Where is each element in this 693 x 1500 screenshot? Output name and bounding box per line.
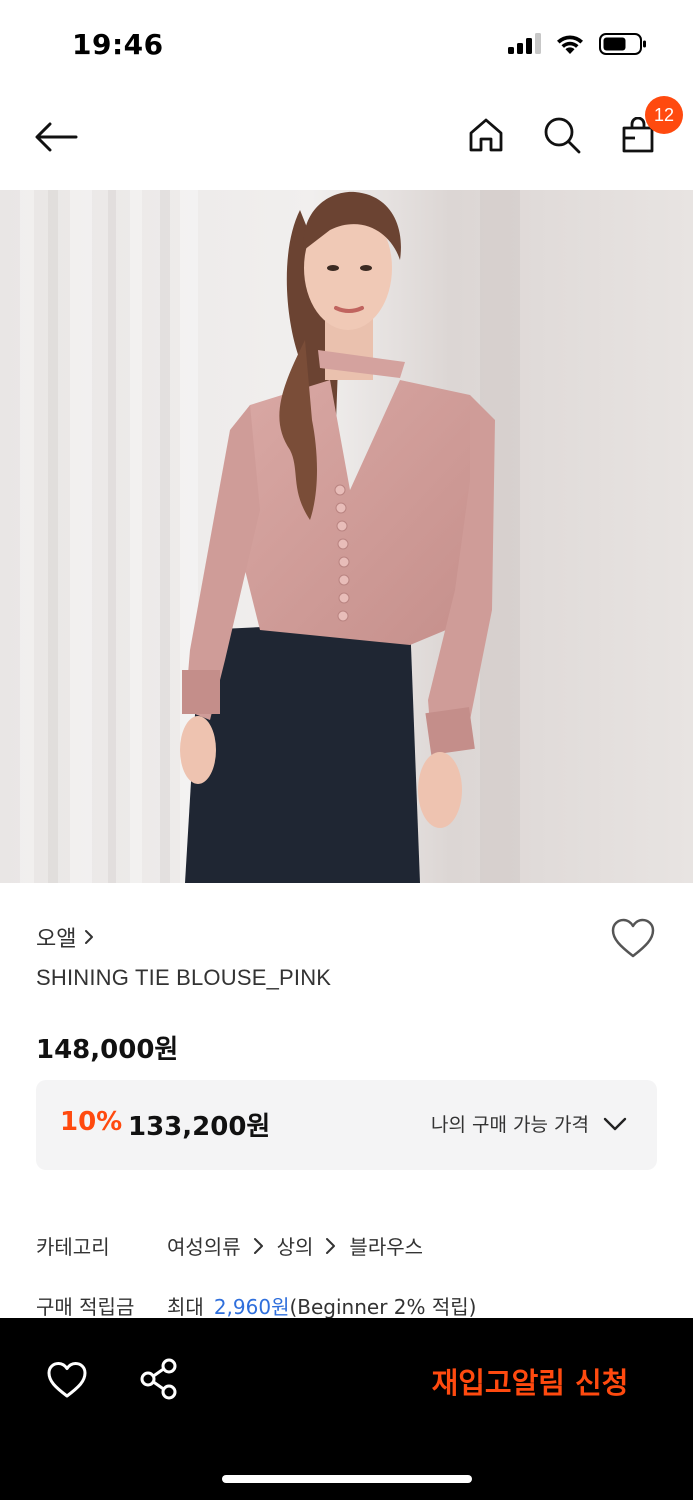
points-label: 구매 적립금 bbox=[36, 1295, 135, 1319]
product-photo bbox=[0, 190, 693, 883]
discount-price: 133,200원 bbox=[128, 1112, 271, 1142]
brand-link[interactable]: 오앨 bbox=[36, 921, 94, 953]
top-navigation: 12 bbox=[0, 92, 693, 190]
bottom-action-bar: 재입고알림 신청 bbox=[0, 1318, 693, 1500]
home-indicator bbox=[222, 1475, 472, 1483]
category-level-1[interactable]: 여성의류 bbox=[167, 1231, 241, 1260]
original-price: 148,000원 bbox=[36, 1035, 179, 1065]
brand-name: 오앨 bbox=[36, 927, 77, 952]
discount-rate: 10% bbox=[60, 1107, 123, 1137]
search-icon bbox=[544, 117, 581, 154]
cart-button[interactable]: 12 bbox=[613, 96, 683, 160]
cart-count-badge: 12 bbox=[645, 96, 683, 134]
back-button[interactable] bbox=[30, 114, 82, 160]
home-button[interactable] bbox=[461, 110, 511, 160]
product-name: SHINING TIE BLOUSE_PINK bbox=[36, 965, 332, 990]
category-row: 카테고리 여성의류 상의 블라우스 bbox=[36, 1231, 423, 1260]
chevron-right-icon bbox=[85, 930, 94, 944]
my-price-toggle[interactable]: 나의 구매 가능 가격 bbox=[431, 1110, 627, 1137]
share-icon[interactable] bbox=[138, 1358, 180, 1400]
chevron-right-icon bbox=[253, 1237, 263, 1254]
search-button[interactable] bbox=[537, 110, 587, 160]
points-suffix: (Beginner 2% 적립) bbox=[289, 1295, 477, 1319]
restock-alert-button[interactable]: 재입고알림 신청 bbox=[400, 1356, 660, 1406]
category-breadcrumb: 여성의류 상의 블라우스 bbox=[167, 1231, 423, 1260]
points-value: 최대 2,960원 (Beginner 2% 적립) bbox=[167, 1291, 476, 1320]
points-row: 구매 적립금 최대 2,960원 (Beginner 2% 적립) bbox=[36, 1291, 476, 1320]
signal-icon bbox=[508, 33, 541, 54]
category-label: 카테고리 bbox=[36, 1235, 110, 1259]
chevron-down-icon bbox=[603, 1117, 627, 1130]
heart-icon[interactable] bbox=[46, 1360, 88, 1400]
wifi-icon bbox=[557, 35, 583, 54]
nav-actions: 12 bbox=[461, 96, 683, 160]
points-amount: 2,960원 bbox=[213, 1295, 290, 1319]
back-arrow-icon bbox=[35, 122, 78, 152]
home-icon bbox=[469, 118, 503, 152]
chevron-right-icon bbox=[326, 1237, 336, 1254]
battery-icon bbox=[599, 33, 646, 55]
points-prefix: 최대 bbox=[167, 1295, 204, 1319]
category-level-3[interactable]: 블라우스 bbox=[349, 1231, 423, 1260]
status-bar: 19:46 bbox=[0, 0, 693, 92]
category-level-2[interactable]: 상의 bbox=[277, 1231, 314, 1260]
product-image[interactable] bbox=[0, 190, 693, 883]
member-price-box[interactable]: 10% 133,200원 나의 구매 가능 가격 bbox=[36, 1080, 657, 1170]
status-time: 19:46 bbox=[72, 28, 164, 61]
wishlist-heart-icon[interactable] bbox=[610, 917, 656, 959]
status-icons bbox=[507, 32, 647, 56]
my-price-label: 나의 구매 가능 가격 bbox=[431, 1114, 589, 1136]
